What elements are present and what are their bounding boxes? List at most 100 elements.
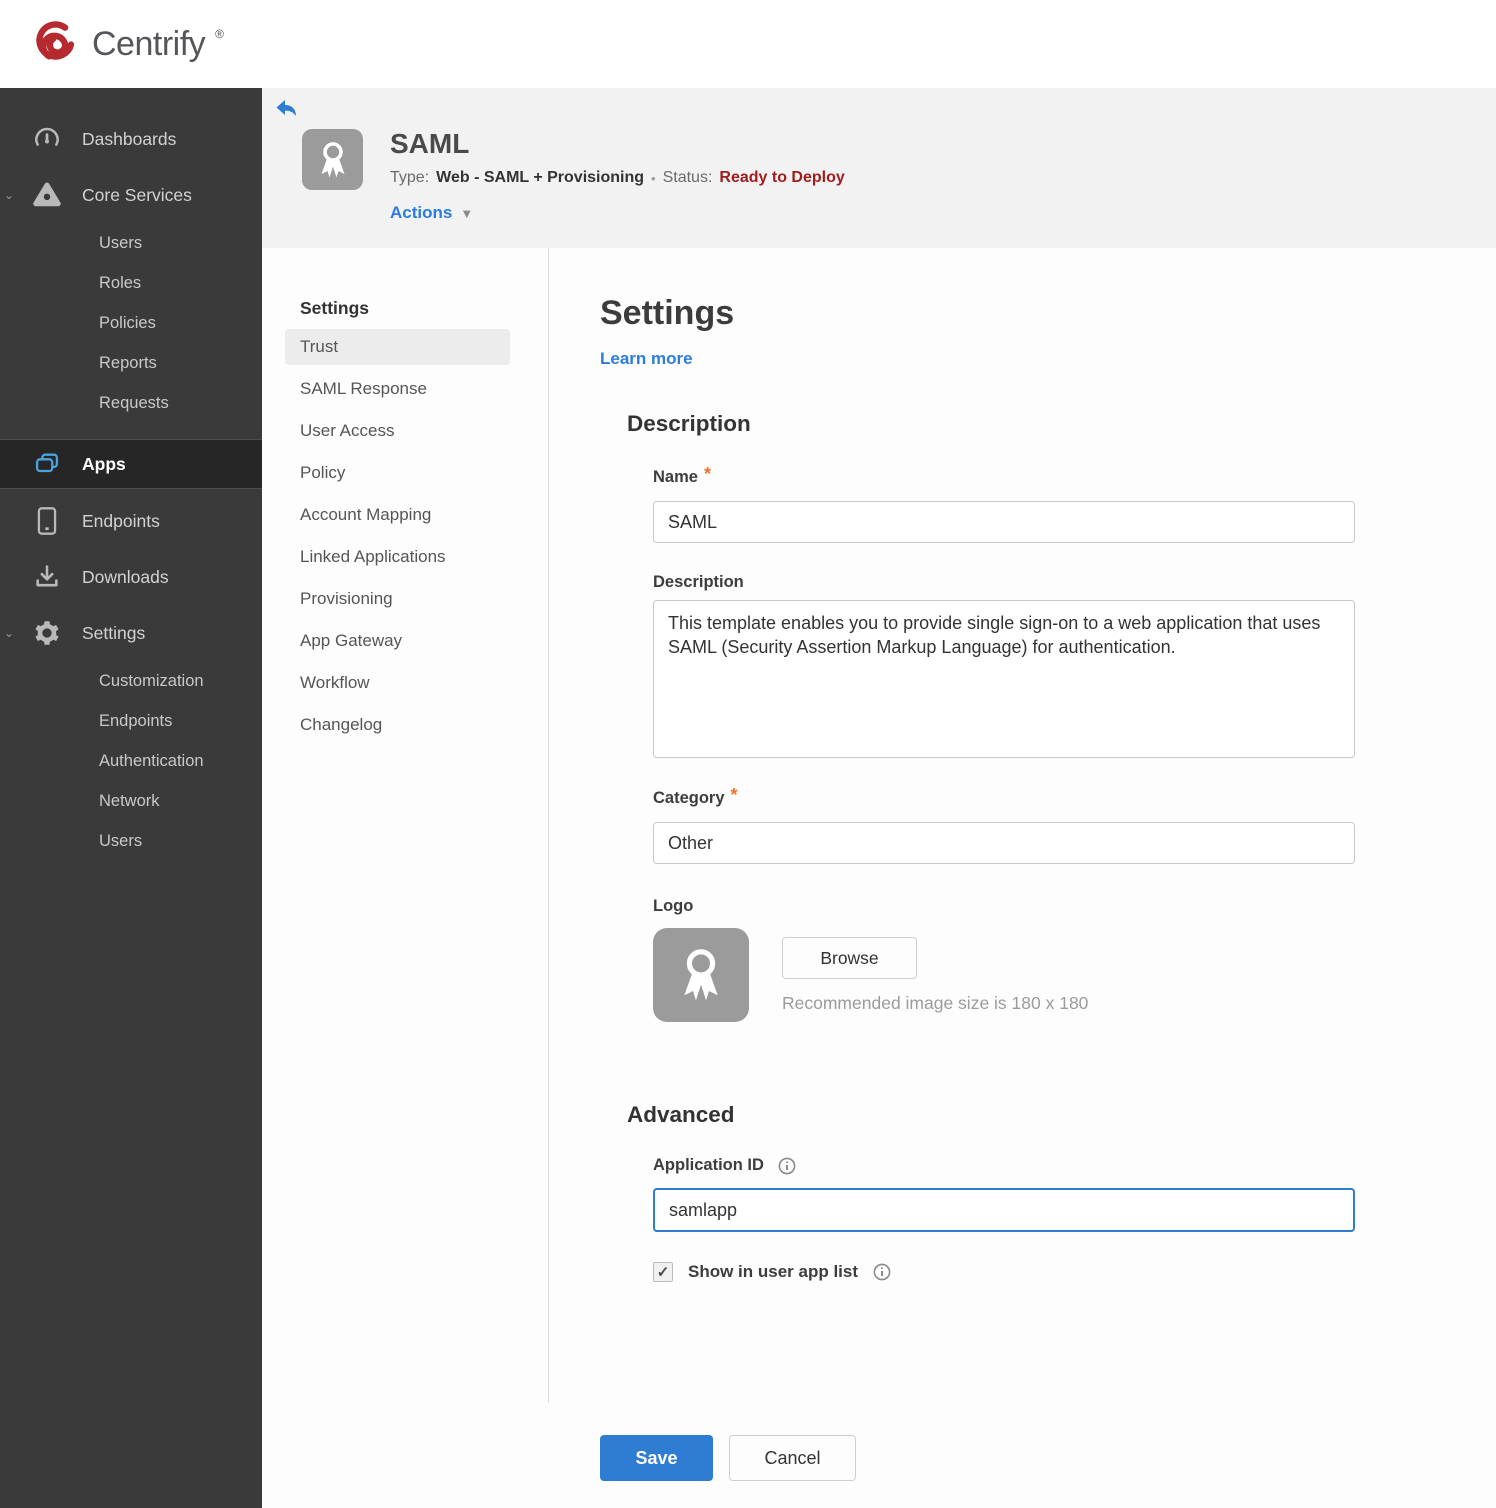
sidebar-sub-label: Reports — [99, 353, 157, 372]
nav-item-linked-applications[interactable]: Linked Applications — [285, 539, 510, 575]
description-section-heading: Description — [627, 411, 751, 436]
sidebar-sub-label: Roles — [99, 273, 142, 292]
sidebar-sub-label: Network — [99, 791, 160, 810]
sidebar: Dashboards ⌄ Core Services Users Roles P… — [0, 88, 262, 1508]
download-icon — [30, 563, 64, 591]
description-label-text: Description — [653, 573, 744, 591]
nav-item-trust[interactable]: Trust — [285, 329, 510, 365]
browse-button[interactable]: Browse — [782, 937, 917, 979]
category-label-text: Category — [653, 789, 725, 807]
sidebar-item-customization[interactable]: Customization — [0, 661, 262, 701]
description-field[interactable]: This template enables you to provide sin… — [653, 600, 1355, 758]
centrify-swirl-icon — [28, 15, 82, 74]
sidebar-item-users[interactable]: Users — [0, 223, 262, 263]
sidebar-item-reports[interactable]: Reports — [0, 343, 262, 383]
application-id-label-text: Application ID — [653, 1156, 764, 1174]
logo-label: Logo — [653, 897, 1410, 916]
core-services-icon — [30, 180, 64, 210]
brand-logo: Centrify ® — [28, 15, 224, 74]
chevron-down-icon[interactable]: ⌄ — [4, 626, 20, 640]
sidebar-item-policies[interactable]: Policies — [0, 303, 262, 343]
sidebar-item-roles[interactable]: Roles — [0, 263, 262, 303]
main-area: SAML Type: Web - SAML + Provisioning • S… — [262, 88, 1496, 1508]
app-logo — [302, 129, 363, 190]
chevron-down-icon[interactable]: ⌄ — [4, 188, 20, 202]
app-title: SAML — [390, 128, 470, 159]
sidebar-item-downloads[interactable]: Downloads — [0, 549, 262, 605]
sidebar-item-label: Core Services — [82, 184, 192, 205]
sidebar-item-apps[interactable]: Apps — [0, 439, 262, 489]
sidebar-sub-label: Policies — [99, 313, 156, 332]
nav-item-workflow[interactable]: Workflow — [285, 665, 510, 701]
separator-bullet: • — [651, 170, 656, 186]
brand-name: Centrify — [92, 24, 206, 63]
advanced-section-heading: Advanced — [627, 1102, 735, 1127]
show-in-user-app-list-row: ✓ Show in user app list — [653, 1262, 1410, 1282]
nav-item-provisioning[interactable]: Provisioning — [285, 581, 510, 617]
sidebar-item-settings[interactable]: ⌄ Settings — [0, 605, 262, 661]
required-asterisk: * — [703, 464, 711, 484]
status-value: Ready to Deploy — [719, 169, 845, 186]
type-value: Web - SAML + Provisioning — [436, 169, 645, 186]
status-label: Status: — [662, 169, 713, 186]
page-title: Settings — [600, 294, 735, 332]
sidebar-item-label: Downloads — [82, 566, 169, 587]
nav-item-changelog[interactable]: Changelog — [285, 707, 510, 743]
actions-label: Actions — [390, 203, 453, 222]
cancel-button[interactable]: Cancel — [729, 1435, 856, 1481]
save-button[interactable]: Save — [600, 1435, 713, 1481]
application-id-label: Application ID — [653, 1156, 1410, 1175]
sidebar-item-settings-endpoints[interactable]: Endpoints — [0, 701, 262, 741]
app-header: SAML Type: Web - SAML + Provisioning • S… — [262, 88, 1496, 248]
description-label: Description — [653, 573, 1410, 592]
settings-nav-heading: Settings — [300, 298, 370, 318]
nav-item-policy[interactable]: Policy — [285, 455, 510, 491]
sidebar-sub-label: Endpoints — [99, 711, 173, 730]
name-label-text: Name — [653, 468, 698, 486]
application-id-field[interactable] — [653, 1188, 1355, 1232]
nav-item-saml-response[interactable]: SAML Response — [285, 371, 510, 407]
sidebar-item-label: Apps — [82, 453, 126, 474]
show-in-user-app-list-checkbox[interactable]: ✓ — [653, 1262, 673, 1282]
sidebar-item-core-services[interactable]: ⌄ Core Services — [0, 167, 262, 223]
sidebar-sub-label: Customization — [99, 671, 204, 690]
settings-nav: Settings Trust SAML Response User Access… — [262, 248, 549, 1403]
nav-item-app-gateway[interactable]: App Gateway — [285, 623, 510, 659]
back-arrow-icon[interactable] — [275, 98, 299, 125]
sidebar-sub-label: Users — [99, 233, 143, 252]
sidebar-item-authentication[interactable]: Authentication — [0, 741, 262, 781]
nav-item-account-mapping[interactable]: Account Mapping — [285, 497, 510, 533]
app-meta: Type: Web - SAML + Provisioning • Status… — [390, 169, 845, 187]
sidebar-item-network[interactable]: Network — [0, 781, 262, 821]
logo-size-hint: Recommended image size is 180 x 180 — [782, 993, 1089, 1013]
logo-label-text: Logo — [653, 897, 694, 915]
settings-panel: Settings Learn more Description Name * D… — [600, 248, 1410, 1508]
checkbox-label: Show in user app list — [688, 1262, 859, 1281]
sidebar-item-requests[interactable]: Requests — [0, 383, 262, 423]
name-label: Name * — [653, 464, 1410, 488]
actions-dropdown[interactable]: Actions ▼ — [390, 203, 845, 223]
sidebar-item-endpoints[interactable]: Endpoints — [0, 493, 262, 549]
gauge-icon — [30, 124, 64, 154]
required-asterisk: * — [730, 785, 738, 805]
type-label: Type: — [390, 169, 430, 186]
name-field[interactable] — [653, 501, 1355, 543]
ribbon-award-icon — [684, 949, 718, 1001]
sidebar-item-label: Endpoints — [82, 510, 160, 531]
category-label: Category * — [653, 785, 1410, 809]
sidebar-item-dashboards[interactable]: Dashboards — [0, 111, 262, 167]
sidebar-item-label: Dashboards — [82, 128, 177, 149]
info-icon[interactable] — [873, 1263, 891, 1281]
category-field[interactable] — [653, 822, 1355, 864]
gear-icon — [30, 619, 64, 647]
info-icon[interactable] — [778, 1157, 796, 1175]
learn-more-link[interactable]: Learn more — [600, 349, 693, 369]
sidebar-item-label: Settings — [82, 622, 146, 643]
phone-icon — [30, 506, 64, 536]
nav-item-user-access[interactable]: User Access — [285, 413, 510, 449]
top-bar: Centrify ® — [0, 0, 1496, 88]
apps-icon — [30, 450, 64, 478]
caret-down-icon: ▼ — [460, 205, 474, 221]
sidebar-item-settings-users[interactable]: Users — [0, 821, 262, 861]
registered-mark: ® — [215, 27, 224, 41]
